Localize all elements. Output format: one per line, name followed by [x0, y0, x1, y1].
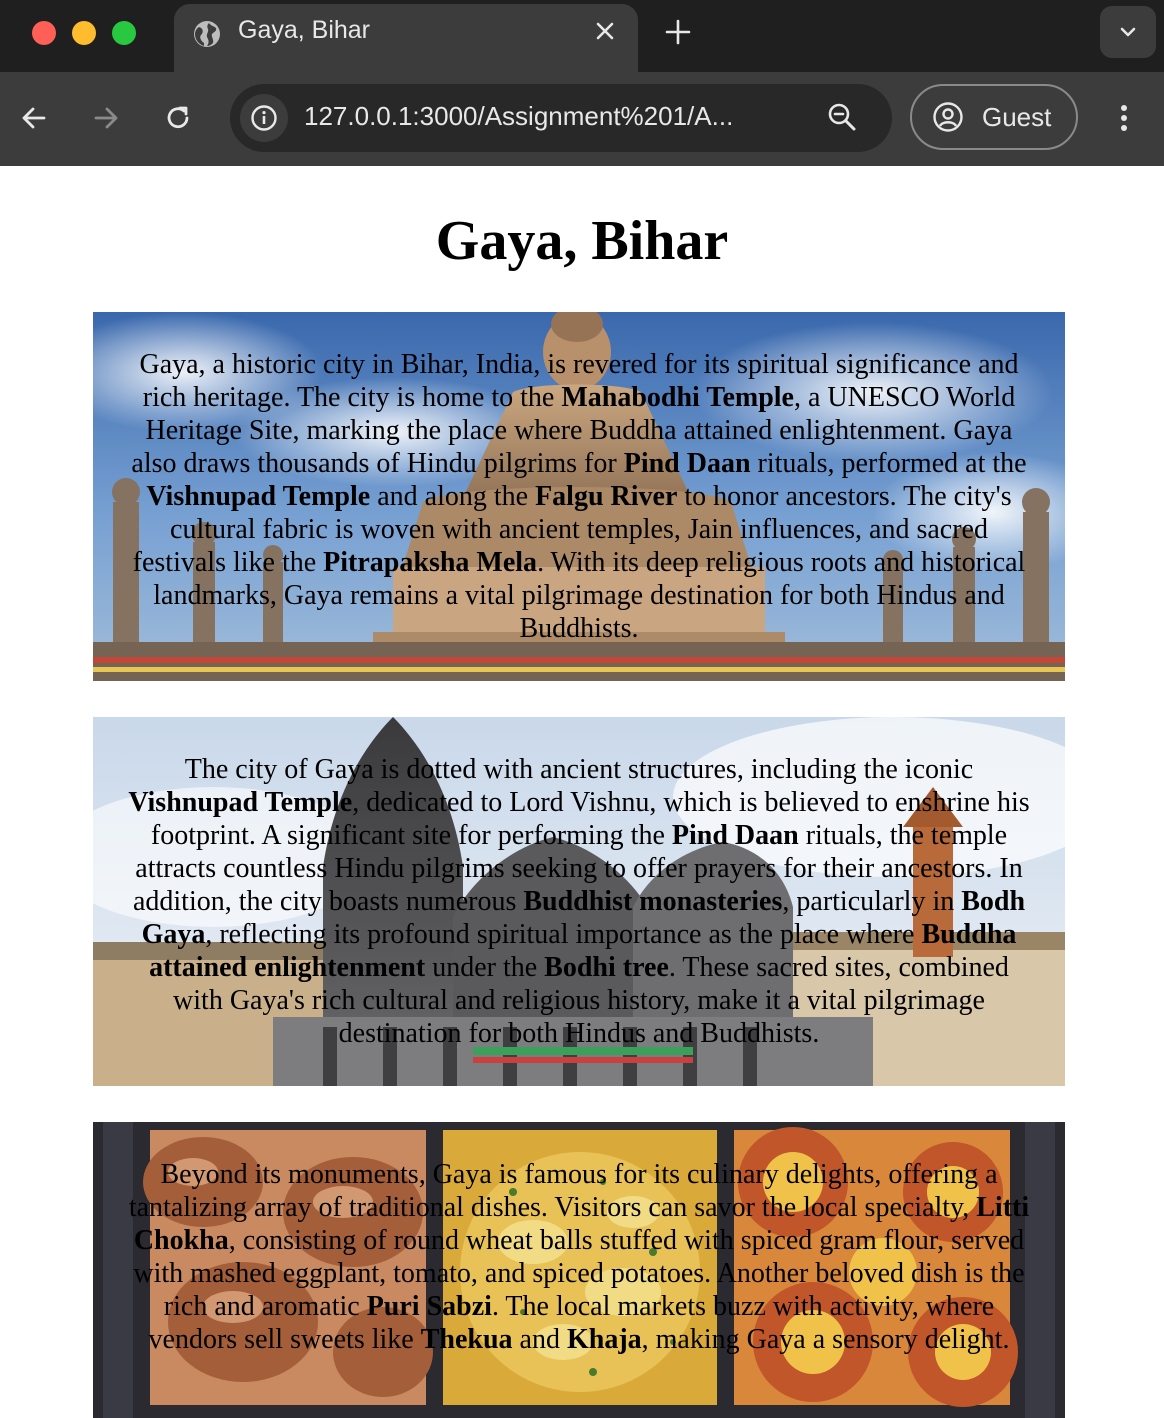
bold-term: Buddhist monasteries — [523, 886, 783, 917]
page-title: Gaya, Bihar — [435, 210, 729, 272]
profile-button[interactable]: Guest — [910, 84, 1078, 150]
bold-term: Khaja — [566, 1324, 642, 1355]
cuisine-paragraph: Beyond its monuments, Gaya is famous for… — [123, 1158, 1035, 1356]
back-arrow-icon[interactable] — [16, 100, 52, 136]
text-run: The city of Gaya is dotted with ancient … — [184, 754, 974, 785]
reload-icon[interactable] — [160, 100, 196, 136]
globe-icon — [194, 21, 220, 47]
text-run: rituals, performed at the — [750, 448, 1027, 479]
bold-term: Falgu River — [535, 481, 678, 512]
zoom-icon[interactable] — [826, 101, 858, 133]
info-icon — [251, 105, 277, 131]
kebab-menu-icon[interactable] — [1108, 100, 1140, 136]
maximize-window-button[interactable] — [112, 21, 136, 45]
intro-section: Gaya, a historic city in Bihar, India, i… — [93, 312, 1065, 681]
minimize-window-button[interactable] — [72, 21, 96, 45]
intro-paragraph: Gaya, a historic city in Bihar, India, i… — [127, 348, 1031, 645]
plus-icon[interactable] — [662, 16, 694, 48]
tab-search-button[interactable] — [1100, 6, 1156, 58]
text-run: Beyond its monuments, Gaya is famous for… — [128, 1159, 998, 1223]
text-run: under the — [425, 952, 545, 983]
bold-term: Thekua — [420, 1324, 513, 1355]
text-run: , reflecting its profound spiritual impo… — [205, 919, 922, 950]
url-text[interactable]: 127.0.0.1:3000/Assignment%201/A... — [304, 101, 733, 132]
chevron-down-icon — [1120, 27, 1136, 37]
bold-term: Vishnupad Temple — [146, 481, 371, 512]
address-bar[interactable]: 127.0.0.1:3000/Assignment%201/A... — [230, 84, 892, 152]
text-run: , particularly in — [782, 886, 962, 917]
cuisine-section: Beyond its monuments, Gaya is famous for… — [93, 1122, 1065, 1418]
text-run: , making Gaya a sensory delight. — [641, 1324, 1010, 1355]
close-icon[interactable] — [592, 18, 618, 44]
bold-term: Bodhi tree — [544, 952, 669, 983]
monuments-paragraph: The city of Gaya is dotted with ancient … — [127, 753, 1031, 1050]
forward-arrow-icon[interactable] — [88, 100, 124, 136]
bold-term: Pind Daan — [671, 820, 799, 851]
profile-icon — [933, 102, 963, 132]
monuments-section: The city of Gaya is dotted with ancient … — [93, 717, 1065, 1086]
site-info-button[interactable] — [240, 94, 288, 142]
bold-term: Mahabodhi Temple — [561, 382, 794, 413]
text-run: and along the — [370, 481, 536, 512]
text-run: and — [512, 1324, 567, 1355]
browser-tab[interactable]: Gaya, Bihar — [174, 4, 638, 72]
tab-strip: Gaya, Bihar — [0, 0, 1164, 72]
profile-label: Guest — [982, 102, 1052, 132]
bold-term: Puri Sabzi — [366, 1291, 492, 1322]
bold-term: Vishnupad Temple — [128, 787, 353, 818]
tab-title: Gaya, Bihar — [238, 16, 371, 44]
browser-toolbar: 127.0.0.1:3000/Assignment%201/A... Guest — [0, 72, 1164, 166]
close-window-button[interactable] — [32, 21, 56, 45]
bold-term: Pind Daan — [623, 448, 751, 479]
bold-term: Pitrapaksha Mela — [323, 547, 538, 578]
